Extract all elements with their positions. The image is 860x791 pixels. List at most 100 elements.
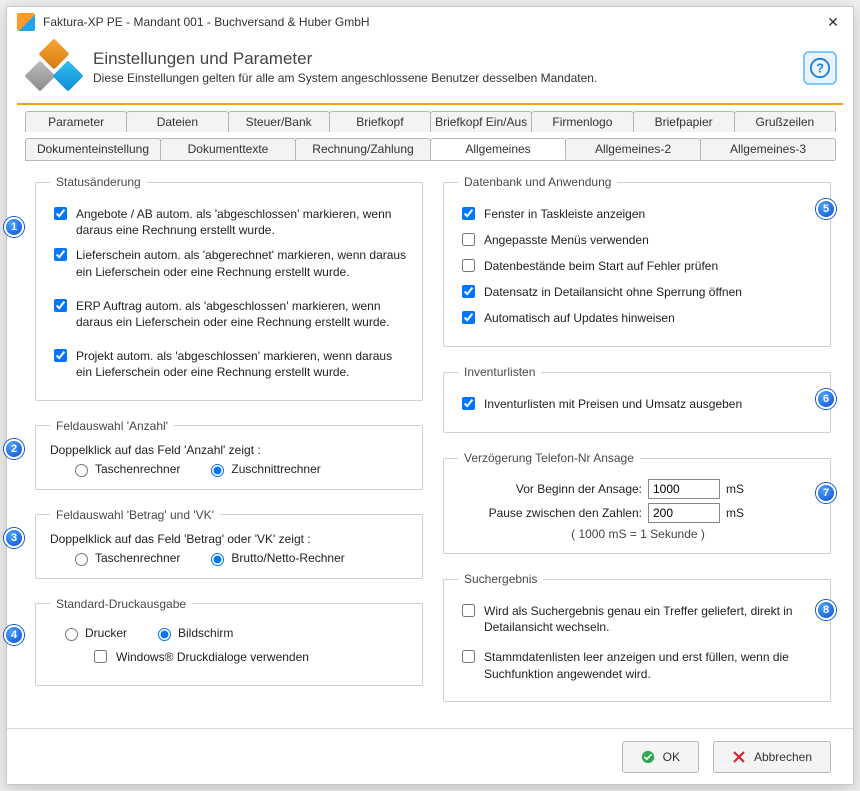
tabs-row-2: Dokumenteinstellung Dokumenttexte Rechnu… [7,132,853,160]
tab-grusszeilen[interactable]: Grußzeilen [734,111,836,132]
radio-betrag-0-label: Taschenrechner [95,551,180,565]
chk-db-1[interactable] [462,233,475,246]
radio-anzahl-1[interactable] [211,464,224,477]
chk-status-3[interactable] [54,349,67,362]
tel-between-unit: mS [726,506,744,520]
radio-betrag-1[interactable] [211,553,224,566]
radio-anzahl-0[interactable] [75,464,88,477]
group-anzahl: 2 Feldauswahl 'Anzahl' Doppelklick auf d… [35,419,423,490]
chk-inventur[interactable] [462,397,475,410]
group-db: 5 Datenbank und Anwendung Fenster in Tas… [443,175,831,347]
radio-betrag-0[interactable] [75,553,88,566]
badge-4: 4 [4,625,24,645]
chk-status-1[interactable] [54,248,67,261]
chk-db-4[interactable] [462,311,475,324]
x-icon [732,750,746,764]
badge-7: 7 [816,483,836,503]
tel-before-unit: mS [726,482,744,496]
chk-status-1-label: Lieferschein autom. als 'abgerechnet' ma… [76,247,410,279]
chk-windows-dialog-label: Windows® Druckdialoge verwenden [116,649,309,665]
chk-status-3-label: Projekt autom. als 'abgeschlossen' marki… [76,348,410,380]
tab-briefkopf[interactable]: Briefkopf [329,111,431,132]
header-text: Einstellungen und Parameter Diese Einste… [93,49,597,85]
chk-db-2[interactable] [462,259,475,272]
cubes-icon [23,43,83,91]
radio-druck-1-label: Bildschirm [178,626,233,640]
check-icon [641,750,655,764]
chk-db-3-label: Datensatz in Detailansicht ohne Sperrung… [484,284,742,300]
group-search: 8 Suchergebnis Wird als Suchergebnis gen… [443,572,831,702]
page-subtitle: Diese Einstellungen gelten für alle am S… [93,71,597,85]
group-inventur-legend: Inventurlisten [458,365,541,379]
tel-between-label: Pause zwischen den Zahlen: [458,506,648,520]
chk-windows-dialog[interactable] [94,650,107,663]
footer: OK Abbrechen [7,728,853,784]
help-button[interactable]: ? [803,51,837,85]
radio-druck-1[interactable] [158,628,171,641]
group-status: 1 Statusänderung Angebote / AB autom. al… [35,175,423,401]
chk-search-0-label: Wird als Suchergebnis genau ein Treffer … [484,603,818,635]
chk-status-2-label: ERP Auftrag autom. als 'abgeschlossen' m… [76,298,410,330]
radio-druck-0-label: Drucker [85,626,127,640]
tab-dok-texte[interactable]: Dokumenttexte [160,138,296,160]
help-icon: ? [809,57,831,79]
tel-hint: ( 1000 mS = 1 Sekunde ) [458,527,818,541]
chk-db-1-label: Angepasste Menüs verwenden [484,232,649,248]
group-status-legend: Statusänderung [50,175,147,189]
group-search-legend: Suchergebnis [458,572,543,586]
tel-before-input[interactable] [648,479,720,499]
badge-5: 5 [816,199,836,219]
tab-allgemeines-3[interactable]: Allgemeines-3 [700,138,836,160]
chk-status-0[interactable] [54,207,67,220]
group-betrag: 3 Feldauswahl 'Betrag' und 'VK' Doppelkl… [35,508,423,579]
chk-db-0-label: Fenster in Taskleiste anzeigen [484,206,645,222]
group-tel: 7 Verzögerung Telefon-Nr Ansage Vor Begi… [443,451,831,554]
tab-allgemeines[interactable]: Allgemeines [430,138,566,160]
tab-allgemeines-2[interactable]: Allgemeines-2 [565,138,701,160]
badge-1: 1 [4,217,24,237]
right-column: 5 Datenbank und Anwendung Fenster in Tas… [443,175,831,720]
svg-text:?: ? [816,61,824,76]
group-inventur: 6 Inventurlisten Inventurlisten mit Prei… [443,365,831,433]
badge-8: 8 [816,600,836,620]
group-anzahl-legend: Feldauswahl 'Anzahl' [50,419,174,433]
badge-6: 6 [816,389,836,409]
group-tel-legend: Verzögerung Telefon-Nr Ansage [458,451,640,465]
chk-status-0-label: Angebote / AB autom. als 'abgeschlossen'… [76,206,410,238]
close-icon[interactable]: ✕ [819,11,847,33]
ok-label: OK [663,750,680,764]
tab-dateien[interactable]: Dateien [126,111,228,132]
header: Einstellungen und Parameter Diese Einste… [7,37,853,103]
chk-db-4-label: Automatisch auf Updates hinweisen [484,310,675,326]
chk-search-1-label: Stammdatenlisten leer anzeigen und erst … [484,649,818,681]
tab-briefpapier[interactable]: Briefpapier [633,111,735,132]
group-druck: 4 Standard-Druckausgabe Drucker Bildschi… [35,597,423,686]
chk-db-2-label: Datenbestände beim Start auf Fehler prüf… [484,258,718,274]
settings-window: Faktura-XP PE - Mandant 001 - Buchversan… [6,6,854,785]
tab-steuer-bank[interactable]: Steuer/Bank [228,111,330,132]
app-icon [17,13,35,31]
chk-status-2[interactable] [54,299,67,312]
cancel-button[interactable]: Abbrechen [713,741,831,773]
radio-druck-0[interactable] [65,628,78,641]
tel-before-label: Vor Beginn der Ansage: [458,482,648,496]
chk-search-1[interactable] [462,650,475,663]
badge-3: 3 [4,528,24,548]
chk-db-3[interactable] [462,285,475,298]
group-betrag-legend: Feldauswahl 'Betrag' und 'VK' [50,508,220,522]
tab-rechnung[interactable]: Rechnung/Zahlung [295,138,431,160]
tab-parameter[interactable]: Parameter [25,111,127,132]
group-druck-legend: Standard-Druckausgabe [50,597,192,611]
chk-db-0[interactable] [462,207,475,220]
tab-briefkopf-ea[interactable]: Briefkopf Ein/Aus [430,111,532,132]
chk-search-0[interactable] [462,604,475,617]
group-db-legend: Datenbank und Anwendung [458,175,617,189]
titlebar: Faktura-XP PE - Mandant 001 - Buchversan… [7,7,853,37]
page-title: Einstellungen und Parameter [93,49,597,69]
ok-button[interactable]: OK [622,741,699,773]
tab-dok-einstellung[interactable]: Dokumenteinstellung [25,138,161,160]
tab-firmenlogo[interactable]: Firmenlogo [531,111,633,132]
left-column: 1 Statusänderung Angebote / AB autom. al… [35,175,423,720]
tel-between-input[interactable] [648,503,720,523]
radio-anzahl-0-label: Taschenrechner [95,462,180,476]
